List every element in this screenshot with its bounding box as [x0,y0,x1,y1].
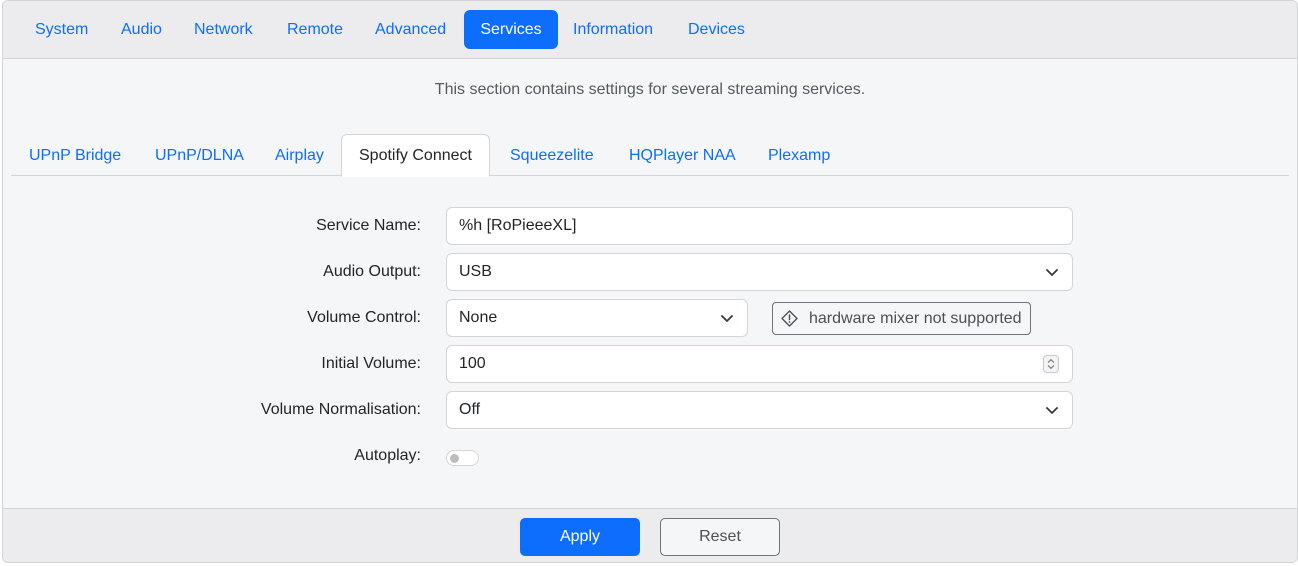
volume-control-label: Volume Control: [307,309,421,326]
volume-control-select[interactable]: None [446,299,748,337]
tab-devices[interactable]: Devices [672,10,761,49]
initial-volume-label: Initial Volume: [321,355,421,372]
apply-button[interactable]: Apply [520,518,640,556]
autoplay-toggle[interactable] [446,450,479,466]
toggle-knob [450,454,459,463]
tab-system[interactable]: System [19,10,104,49]
tab-airplay[interactable]: Airplay [257,134,342,176]
tab-hqplayer-naa[interactable]: HQPlayer NAA [611,134,754,176]
volume-control-hint: hardware mixer not supported [772,302,1031,335]
volume-normalisation-select[interactable]: Off [446,391,1073,429]
section-description: This section contains settings for sever… [434,81,866,98]
tab-squeezelite[interactable]: Squeezelite [492,134,612,176]
reset-button[interactable]: Reset [660,518,780,556]
initial-volume-value: 100 [459,355,486,372]
tab-network[interactable]: Network [178,10,269,49]
hint-text: hardware mixer not supported [809,310,1022,327]
tab-remote[interactable]: Remote [271,10,359,49]
autoplay-label: Autoplay: [354,447,421,464]
tab-information[interactable]: Information [557,10,669,49]
volume-normalisation-label: Volume Normalisation: [260,401,421,418]
tab-upnp-bridge[interactable]: UPnP Bridge [11,134,139,176]
audio-output-label: Audio Output: [323,263,421,280]
service-tabs: UPnP Bridge UPnP/DLNA Airplay Spotify Co… [11,134,1289,177]
services-panel: System Audio Network Remote Advanced Ser… [2,0,1298,563]
initial-volume-input[interactable]: 100 [446,345,1073,383]
chevron-down-icon [1046,407,1058,414]
spinner-arrows-icon[interactable] [1043,355,1059,373]
tab-services[interactable]: Services [464,10,558,49]
service-name-label: Service Name: [316,217,421,234]
tab-upnp-dlna[interactable]: UPnP/DLNA [137,134,262,176]
tab-plexamp[interactable]: Plexamp [750,134,848,176]
tab-advanced[interactable]: Advanced [359,10,462,49]
audio-output-select[interactable]: USB [446,253,1073,291]
form-footer: Apply Reset [3,508,1297,562]
tab-audio[interactable]: Audio [105,10,178,49]
top-nav: System Audio Network Remote Advanced Ser… [3,1,1297,59]
chevron-down-icon [1046,269,1058,276]
volume-control-value: None [459,309,498,326]
tab-spotify-connect[interactable]: Spotify Connect [341,134,490,177]
chevron-down-icon [721,315,733,322]
audio-output-value: USB [459,263,492,280]
service-name-input[interactable]: %h [RoPieeeXL] [446,207,1073,245]
volume-normalisation-value: Off [459,401,481,418]
warning-icon [781,310,798,327]
